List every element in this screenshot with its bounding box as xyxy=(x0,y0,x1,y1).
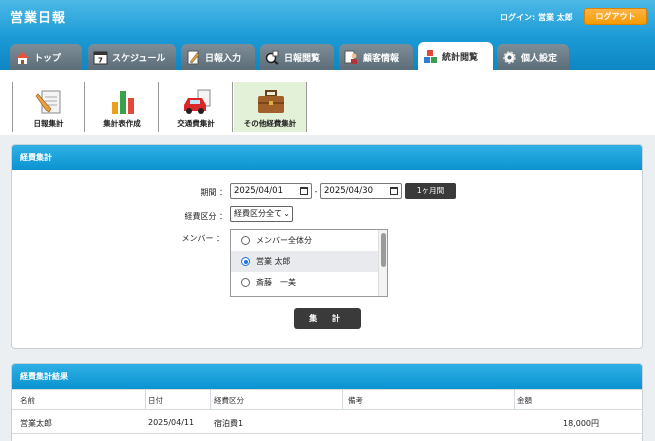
chevron-down-icon: ⌄ xyxy=(283,209,290,218)
logout-button[interactable]: ログアウト xyxy=(584,8,647,25)
report-pencil-icon xyxy=(35,88,65,116)
divider xyxy=(12,409,642,410)
category-select-value: 経費区分全て xyxy=(234,209,282,218)
tab-personal-settings[interactable]: 個人設定 xyxy=(497,44,569,70)
cell-amount: 18,000円 xyxy=(563,419,599,428)
subnav-label: その他経費集計 xyxy=(243,119,297,128)
date-from-input[interactable]: 2025/04/01 xyxy=(230,183,312,199)
app-header: 営業日報 ログイン: 営業 太郎 ログアウト トップ 7 スケジュール 日報入力… xyxy=(0,0,655,71)
col-header-amount: 金額 xyxy=(517,396,532,405)
calendar-icon[interactable] xyxy=(390,187,398,195)
login-user-label: ログイン: 営業 太郎 xyxy=(500,13,573,22)
tab-label: 日報入力 xyxy=(205,53,242,64)
col-header-name: 名前 xyxy=(20,396,35,405)
member-label: メンバー ： xyxy=(181,234,224,243)
tab-label: トップ xyxy=(34,53,62,64)
date-separator: - xyxy=(314,187,318,196)
divider xyxy=(514,389,515,409)
radio-icon[interactable] xyxy=(241,257,250,266)
member-option-label: メンバー全体分 xyxy=(256,236,312,245)
tab-customer[interactable]: 顧客情報 xyxy=(339,44,413,70)
col-header-note: 備考 xyxy=(348,396,363,405)
expense-result-panel: 経費集計結果 名前 日付 経費区分 備考 金額 営業太郎 2025/04/11 … xyxy=(11,363,643,441)
aggregate-button[interactable]: 集 計 xyxy=(294,308,361,329)
pen-document-icon xyxy=(186,50,201,65)
radio-icon[interactable] xyxy=(241,278,250,287)
tab-label: 個人設定 xyxy=(521,53,558,64)
briefcase-icon xyxy=(256,88,286,116)
subnav-label: 集計表作成 xyxy=(103,119,141,128)
date-from-value: 2025/04/01 xyxy=(234,186,283,196)
tab-label: 統計閲覧 xyxy=(442,53,479,63)
tab-schedule[interactable]: 7 スケジュール xyxy=(88,44,176,70)
house-icon xyxy=(15,50,30,65)
scroll-thumb[interactable] xyxy=(381,233,386,267)
member-option-all[interactable]: メンバー全体分 xyxy=(231,230,387,251)
bar-chart-icon xyxy=(108,88,138,116)
subnav-create-table[interactable]: 集計表作成 xyxy=(86,82,159,132)
blocks-icon xyxy=(423,49,438,64)
subnav-report-summary[interactable]: 日報集計 xyxy=(12,82,85,132)
member-option-label: 営業 太郎 xyxy=(256,257,291,266)
col-header-category: 経費区分 xyxy=(214,396,244,405)
tab-statistics[interactable]: 統計閲覧 xyxy=(418,42,493,71)
cell-date: 2025/04/11 xyxy=(148,418,195,427)
subnav-other-expense-summary[interactable]: その他経費集計 xyxy=(234,82,307,132)
member-list-scrollbar[interactable] xyxy=(378,230,387,296)
col-header-date: 日付 xyxy=(148,396,163,405)
car-document-icon xyxy=(182,88,212,116)
cell-category: 宿泊費1 xyxy=(214,419,244,428)
panel-title: 経費集計 xyxy=(12,145,642,170)
tab-label: スケジュール xyxy=(112,53,166,64)
divider xyxy=(210,389,211,409)
customer-icon xyxy=(344,50,359,65)
tab-report-input[interactable]: 日報入力 xyxy=(181,44,255,70)
magnifier-icon xyxy=(265,50,280,65)
divider xyxy=(12,389,642,390)
category-select[interactable]: 経費区分全て ⌄ xyxy=(230,206,293,222)
svg-text:7: 7 xyxy=(98,56,103,64)
tab-report-view[interactable]: 日報閲覧 xyxy=(260,44,334,70)
period-label: 期間 ： xyxy=(200,188,227,197)
radio-icon[interactable] xyxy=(241,236,250,245)
member-option-partial[interactable] xyxy=(231,293,387,296)
calendar-icon[interactable] xyxy=(300,187,308,195)
divider xyxy=(145,389,146,409)
member-option-label: 斎藤 一美 xyxy=(256,278,296,287)
cell-name: 営業太郎 xyxy=(20,419,52,428)
tab-label: 日報閲覧 xyxy=(284,53,321,64)
date-to-value: 2025/04/30 xyxy=(324,186,373,196)
app-title: 営業日報 xyxy=(10,11,67,26)
expense-search-panel: 経費集計 期間 ： 2025/04/01 - 2025/04/30 1ヶ月間 経… xyxy=(11,144,643,349)
date-to-input[interactable]: 2025/04/30 xyxy=(320,183,402,199)
subnav-transport-summary[interactable]: 交通費集計 xyxy=(160,82,233,132)
calendar-icon: 7 xyxy=(93,50,108,65)
subnav-label: 交通費集計 xyxy=(177,119,215,128)
member-listbox[interactable]: メンバー全体分 営業 太郎 斎藤 一美 xyxy=(230,229,388,297)
category-label: 経費区分 ： xyxy=(184,212,227,221)
member-option-eigyo-taro[interactable]: 営業 太郎 xyxy=(231,251,387,272)
tab-label: 顧客情報 xyxy=(363,53,400,64)
divider xyxy=(342,389,343,409)
panel-title: 経費集計結果 xyxy=(12,364,642,389)
subnav-label: 日報集計 xyxy=(33,119,64,128)
member-option-saito-kazumi[interactable]: 斎藤 一美 xyxy=(231,272,387,293)
divider xyxy=(12,433,642,434)
tab-top[interactable]: トップ xyxy=(10,44,82,70)
one-month-button[interactable]: 1ヶ月間 xyxy=(405,183,456,199)
gear-icon xyxy=(502,50,517,65)
